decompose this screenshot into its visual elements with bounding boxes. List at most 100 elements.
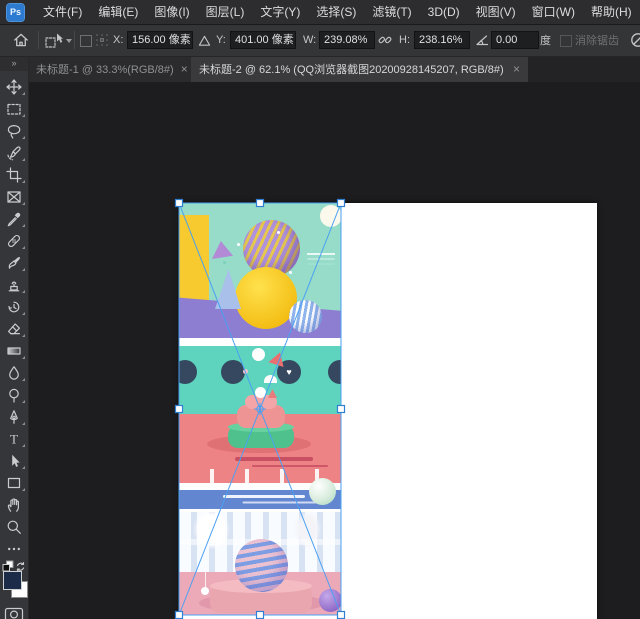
height-scale-field[interactable]: 238.16%	[414, 31, 470, 49]
menu-window[interactable]: 窗口(W)	[524, 0, 583, 24]
dodge-icon	[6, 387, 22, 403]
rectangular-marquee-tool[interactable]	[0, 98, 28, 120]
tab-title: 未标题-1 @ 33.3%(RGB/8#)	[36, 61, 174, 77]
x-position-field[interactable]: 156.00 像素	[127, 31, 193, 49]
reference-point-checkbox[interactable]	[80, 35, 92, 47]
separator	[74, 31, 75, 49]
spot-healing-brush-tool[interactable]	[0, 230, 28, 252]
transform-handle-top-right[interactable]	[338, 200, 345, 207]
move-tool[interactable]	[0, 76, 28, 98]
lasso-icon	[6, 123, 22, 139]
type-tool[interactable]: T	[0, 428, 28, 450]
delta-icon	[198, 34, 211, 47]
foreground-color-swatch[interactable]	[3, 571, 22, 590]
maintain-aspect-ratio-button[interactable]	[377, 24, 393, 56]
quick-selection-icon	[6, 145, 22, 161]
menu-help[interactable]: 帮助(H)	[583, 0, 640, 24]
tool-dropdown-caret[interactable]	[66, 39, 72, 43]
tab-untitled-1[interactable]: 未标题-1 @ 33.3%(RGB/8#) ×	[28, 56, 207, 82]
eyedropper-tool[interactable]	[0, 208, 28, 230]
type-icon: T	[6, 431, 22, 447]
cancel-transform-button[interactable]	[629, 24, 640, 56]
home-icon	[12, 31, 30, 49]
tab-close-icon[interactable]: ×	[181, 62, 188, 76]
width-scale-field[interactable]: 239.08%	[319, 31, 375, 49]
gradient-tool[interactable]	[0, 340, 28, 362]
crop-icon	[6, 167, 22, 183]
move-icon	[6, 79, 22, 95]
h-label: H:	[399, 34, 410, 46]
transform-handle-bottom-left[interactable]	[176, 612, 183, 619]
current-tool-icon[interactable]	[45, 24, 64, 56]
transform-handle-top-center[interactable]	[257, 200, 264, 207]
path-selection-tool[interactable]	[0, 450, 28, 472]
rotation-icon-wrap	[475, 24, 489, 56]
options-bar: X: 156.00 像素 Y: 401.00 像素 W: 239.08% H: …	[0, 24, 640, 57]
transform-handle-mid-left[interactable]	[176, 406, 183, 413]
quick-mask-icon	[4, 607, 24, 619]
menu-filter[interactable]: 滤镜(T)	[364, 0, 419, 24]
link-icon	[377, 32, 393, 48]
tab-untitled-2[interactable]: 未标题-2 @ 62.1% (QQ浏览器截图20200928145207, RG…	[191, 56, 528, 82]
pen-icon	[6, 409, 22, 425]
y-position-field[interactable]: 401.00 像素	[230, 31, 296, 49]
y-label: Y:	[216, 34, 226, 46]
transform-handle-mid-right[interactable]	[338, 406, 345, 413]
bandage-icon	[6, 233, 22, 249]
transform-handle-bottom-right[interactable]	[338, 612, 345, 619]
menu-edit[interactable]: 编辑(E)	[90, 0, 146, 24]
quick-selection-tool[interactable]	[0, 142, 28, 164]
tool-panel: » T	[0, 56, 29, 619]
hand-tool[interactable]	[0, 494, 28, 516]
menu-type[interactable]: 文字(Y)	[252, 0, 308, 24]
ellipsis-icon	[6, 541, 22, 557]
pen-tool[interactable]	[0, 406, 28, 428]
degree-label: 度	[540, 32, 551, 48]
canvas-area[interactable]: ♥	[28, 82, 640, 619]
transform-handle-bottom-center[interactable]	[257, 612, 264, 619]
dodge-tool[interactable]	[0, 384, 28, 406]
photoshop-logo-icon: Ps	[7, 4, 24, 21]
history-brush-tool[interactable]	[0, 296, 28, 318]
move-tool-icon	[45, 32, 64, 49]
eraser-tool[interactable]	[0, 318, 28, 340]
x-label: X:	[113, 34, 123, 46]
crop-tool[interactable]	[0, 164, 28, 186]
free-transform-overlay[interactable]	[171, 195, 349, 619]
home-button[interactable]	[12, 24, 30, 56]
lasso-tool[interactable]	[0, 120, 28, 142]
edit-toolbar-button[interactable]	[0, 538, 28, 560]
w-label: W:	[303, 34, 316, 46]
svg-text:T: T	[10, 432, 18, 447]
rotation-angle-field[interactable]: 0.00	[491, 31, 539, 49]
menu-layer[interactable]: 图层(L)	[198, 0, 253, 24]
menu-bar: Ps 文件(F) 编辑(E) 图像(I) 图层(L) 文字(Y) 选择(S) 滤…	[0, 0, 640, 25]
transform-handle-top-left[interactable]	[176, 200, 183, 207]
water-drop-icon	[6, 365, 22, 381]
angle-icon	[475, 33, 489, 47]
menu-view[interactable]: 视图(V)	[468, 0, 524, 24]
clone-stamp-tool[interactable]	[0, 274, 28, 296]
reference-point-locator[interactable]	[95, 24, 109, 56]
frame-icon	[6, 189, 22, 205]
marquee-icon	[6, 101, 22, 117]
gradient-icon	[6, 343, 22, 359]
menu-image[interactable]: 图像(I)	[146, 0, 197, 24]
tab-close-icon[interactable]: ×	[513, 62, 520, 76]
brush-tool[interactable]	[0, 252, 28, 274]
antialias-checkbox[interactable]	[560, 35, 572, 47]
frame-tool[interactable]	[0, 186, 28, 208]
history-brush-icon	[6, 299, 22, 315]
relative-position-toggle[interactable]	[198, 24, 211, 56]
rectangle-tool[interactable]	[0, 472, 28, 494]
menu-file[interactable]: 文件(F)	[35, 0, 90, 24]
blur-tool[interactable]	[0, 362, 28, 384]
zoom-tool[interactable]	[0, 516, 28, 538]
magnifier-icon	[6, 519, 22, 535]
menu-3d[interactable]: 3D(D)	[420, 0, 468, 24]
quick-mask-button[interactable]	[0, 606, 28, 619]
menu-select[interactable]: 选择(S)	[308, 0, 364, 24]
collapse-panel-button[interactable]: »	[0, 56, 28, 71]
color-swatches	[0, 570, 28, 606]
document-tab-bar: 未标题-1 @ 33.3%(RGB/8#) × 未标题-2 @ 62.1% (Q…	[28, 56, 640, 82]
